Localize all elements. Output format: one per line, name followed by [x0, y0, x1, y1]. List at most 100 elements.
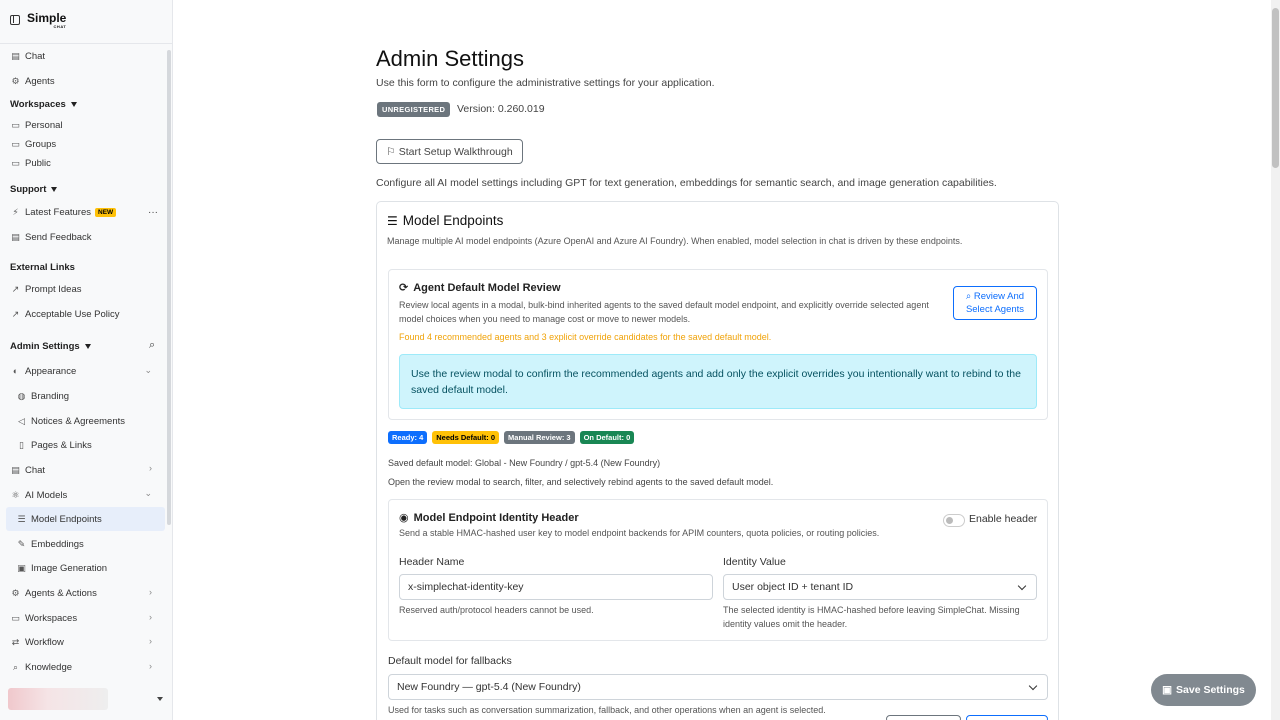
- sidebar-item-agents[interactable]: ⚙ Agents: [10, 73, 54, 89]
- page-scrollbar[interactable]: [1271, 0, 1280, 720]
- sidebar-item-prompt-ideas[interactable]: ↗ Prompt Ideas: [10, 281, 82, 297]
- chat-icon: ▤: [11, 50, 20, 61]
- fingerprint-icon: ◉: [399, 512, 409, 524]
- enable-header-label: Enable header: [969, 513, 1038, 525]
- sidebar-item-agents-actions[interactable]: ⚙ Agents & Actions: [10, 585, 96, 601]
- agent-review-warning: Found 4 recommended agents and 3 explici…: [399, 332, 772, 342]
- chevron-right-icon: ›: [149, 612, 152, 622]
- model-endpoints-subtitle: Manage multiple AI model endpoints (Azur…: [387, 236, 963, 246]
- more-options-icon[interactable]: ···: [148, 207, 158, 218]
- sidebar-item-appearance[interactable]: ◐ Appearance: [10, 363, 76, 379]
- identity-header-description: Send a stable HMAC-hashed user key to mo…: [399, 528, 880, 538]
- sidebar-item-latest-features[interactable]: ⚡ Latest Features NEW: [10, 204, 117, 220]
- sidebar-item-model-endpoints[interactable]: ☰ Model Endpoints: [16, 511, 101, 527]
- endpoints-icon: ☰: [387, 213, 398, 228]
- caret-down-icon[interactable]: [157, 697, 163, 701]
- sidebar-item-public[interactable]: ▭ Public: [10, 155, 51, 171]
- identity-value-help: The selected identity is HMAC-hashed bef…: [723, 605, 1020, 629]
- pages-icon: ▯: [19, 439, 24, 450]
- new-badge: NEW: [95, 207, 117, 217]
- endpoints-icon: ☰: [17, 513, 26, 524]
- needs-default-badge: Needs Default: 0: [432, 431, 500, 444]
- signpost-icon: ⚐: [386, 145, 396, 158]
- header-name-label: Header Name: [399, 556, 465, 568]
- open-review-text: Open the review modal to search, filter,…: [388, 477, 774, 487]
- unregistered-badge: UNREGISTERED: [377, 102, 451, 117]
- caret-down-icon: [70, 102, 77, 107]
- sidebar-item-chat[interactable]: ▤ Chat: [10, 48, 45, 64]
- workflow-icon: ⇄: [11, 636, 20, 647]
- agent-review-description: Review local agents in a modal, bulk-bin…: [399, 300, 929, 324]
- on-default-badge: On Default: 0: [579, 431, 635, 444]
- palette-icon: ◍: [17, 390, 26, 401]
- sidebar-item-pages-links[interactable]: ▯ Pages & Links: [16, 437, 92, 453]
- start-walkthrough-button[interactable]: ⚐ Start Setup Walkthrough: [376, 139, 523, 164]
- sidebar-item-branding[interactable]: ◍ Branding: [16, 388, 69, 404]
- caret-down-icon: [51, 187, 58, 192]
- admin-settings-header[interactable]: Admin Settings: [10, 341, 91, 352]
- sidebar-item-ai-models[interactable]: ⚛ AI Models: [10, 487, 67, 503]
- sidebar-item-send-feedback[interactable]: ▤ Send Feedback: [10, 229, 91, 245]
- sidebar-item-admin-chat[interactable]: ▤ Chat: [10, 462, 45, 478]
- status-badges: Ready: 4 Needs Default: 0 Manual Review:…: [388, 431, 635, 444]
- save-settings-button[interactable]: ▣ Save Settings: [1151, 674, 1256, 706]
- identity-header-title: ◉ Model Endpoint Identity Header: [399, 511, 579, 525]
- search-icon[interactable]: ⌕: [149, 339, 155, 352]
- chevron-right-icon: ›: [149, 661, 152, 671]
- sidebar-item-notices[interactable]: ◁ Notices & Agreements: [16, 413, 125, 429]
- chevron-right-icon: ›: [149, 587, 152, 597]
- chevron-down-icon: ⌄: [144, 365, 152, 375]
- folder-icon: ▭: [11, 157, 20, 168]
- enable-header-toggle[interactable]: [943, 514, 965, 527]
- review-select-agents-button[interactable]: ⌕ Review And Select Agents: [953, 286, 1037, 320]
- review-info-alert: Use the review modal to confirm the reco…: [399, 354, 1037, 409]
- workspaces-header[interactable]: Workspaces: [10, 99, 77, 110]
- version-text: Version: 0.260.019: [457, 103, 545, 115]
- chevron-right-icon: ›: [149, 636, 152, 646]
- support-header[interactable]: Support: [10, 184, 58, 195]
- robot-icon: ⚙: [11, 75, 20, 86]
- sidebar-item-workflow[interactable]: ⇄ Workflow: [10, 634, 64, 650]
- chevron-right-icon: ›: [149, 463, 152, 473]
- sidebar-item-knowledge[interactable]: ⌕ Knowledge: [10, 659, 72, 675]
- external-link-icon: ↗: [11, 308, 20, 319]
- header-name-input[interactable]: x-simplechat-identity-key: [399, 574, 713, 600]
- model-endpoints-title: ☰ Model Endpoints: [387, 213, 504, 228]
- sidebar-item-groups[interactable]: ▭ Groups: [10, 136, 56, 152]
- sidebar-toggle-icon[interactable]: [10, 15, 20, 25]
- caret-down-icon: [84, 344, 91, 349]
- secondary-button-partial[interactable]: [886, 715, 961, 720]
- sidebar-item-acceptable-use[interactable]: ↗ Acceptable Use Policy: [10, 306, 120, 322]
- user-profile[interactable]: [8, 688, 108, 710]
- chevron-down-icon: [1017, 581, 1027, 591]
- primary-button-partial[interactable]: [966, 715, 1048, 720]
- identity-value-select[interactable]: User object ID + tenant ID: [723, 574, 1037, 600]
- palette-icon: ◐: [12, 366, 19, 376]
- folder-icon: ▭: [11, 119, 20, 130]
- external-link-icon: ↗: [11, 283, 20, 294]
- search-icon: ⌕: [965, 291, 972, 302]
- ready-badge: Ready: 4: [388, 431, 428, 444]
- agent-review-title: ⟳ Agent Default Model Review: [399, 281, 561, 295]
- chevron-down-icon: ⌄: [144, 488, 152, 498]
- fallback-model-label: Default model for fallbacks: [388, 655, 512, 667]
- image-icon: ▣: [17, 562, 26, 573]
- saved-default-model: Saved default model: Global - New Foundr…: [388, 458, 661, 468]
- sidebar-item-image-generation[interactable]: ▣ Image Generation: [16, 560, 107, 576]
- embeddings-icon: ✎: [17, 538, 26, 549]
- sidebar-item-admin-workspaces[interactable]: ▭ Workspaces: [10, 610, 77, 626]
- page-scrollbar-thumb[interactable]: [1272, 8, 1279, 168]
- feedback-icon: ▤: [11, 231, 20, 242]
- fallback-model-select[interactable]: New Foundry — gpt-5.4 (New Foundry): [388, 674, 1048, 700]
- lightning-icon: ⚡: [12, 206, 19, 217]
- header-name-help: Reserved auth/protocol headers cannot be…: [399, 605, 594, 615]
- external-links-header: External Links: [10, 262, 75, 273]
- sidebar-item-personal[interactable]: ▭ Personal: [10, 117, 62, 133]
- sidebar-scrollbar[interactable]: [167, 50, 171, 525]
- search-icon: ⌕: [12, 661, 19, 672]
- ai-icon: ⚛: [11, 489, 20, 500]
- manual-review-badge: Manual Review: 3: [504, 431, 575, 444]
- page-subtitle: Use this form to configure the administr…: [376, 77, 715, 89]
- sidebar: Simple CHAT ▤ Chat ⚙ Agents Workspaces ▭ Per…: [0, 0, 173, 720]
- sidebar-item-embeddings[interactable]: ✎ Embeddings: [16, 536, 84, 552]
